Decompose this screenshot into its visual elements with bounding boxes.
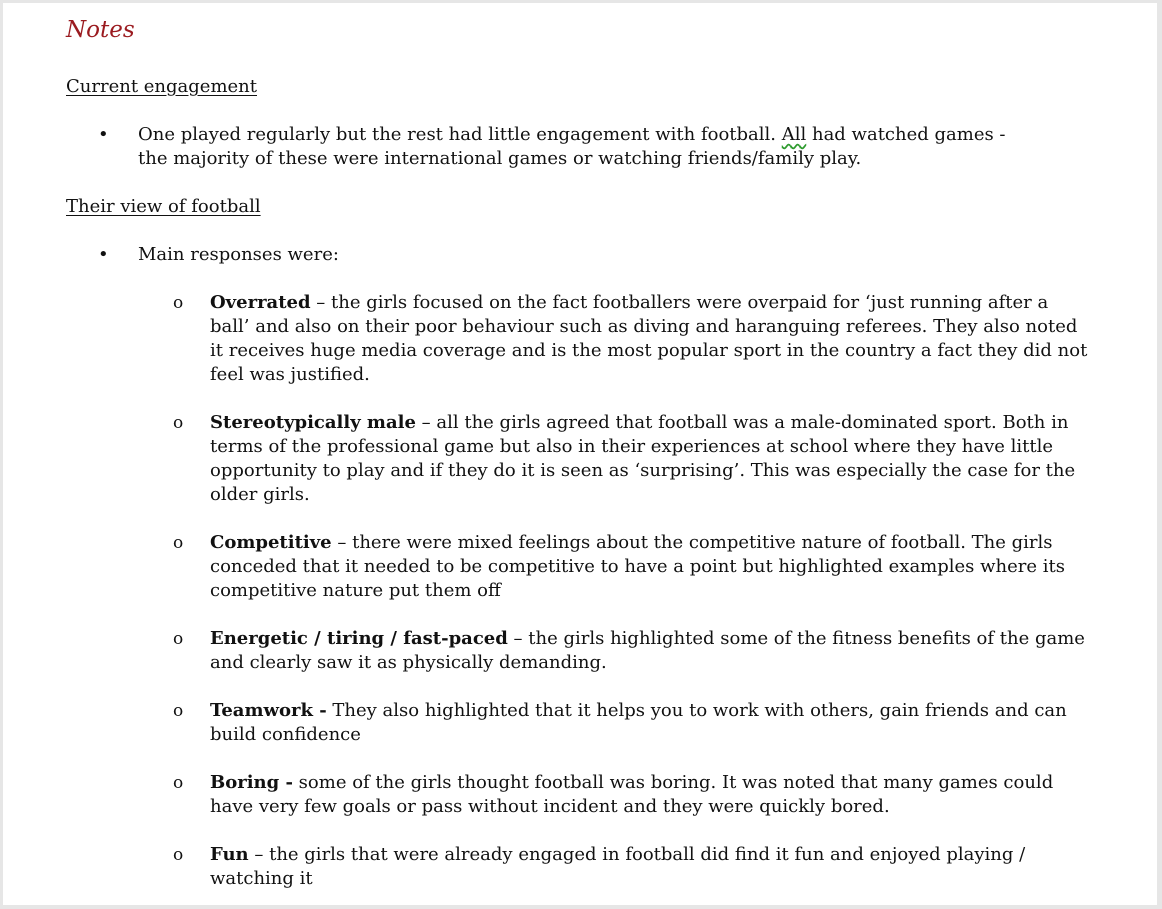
bullet-icon: •	[98, 244, 109, 265]
sub-item-term: Energetic / tiring / fast-paced	[210, 628, 508, 649]
sub-item-description: They also highlighted that it helps you …	[210, 700, 1067, 745]
section-heading-their-view-of-football: Their view of football	[66, 196, 261, 217]
circle-bullet-icon: o	[173, 533, 184, 553]
section-heading-current-engagement: Current engagement	[66, 76, 257, 97]
document-title: Notes	[66, 17, 135, 43]
bullet-icon: •	[98, 124, 109, 145]
sub-item-term: Overrated	[210, 292, 311, 313]
sub-item-description: some of the girls thought football was b…	[210, 772, 1054, 817]
sub-item-term: Teamwork -	[210, 700, 327, 721]
document-page: Notes Current engagement • One played re…	[3, 3, 1157, 905]
sub-item-term: Competitive	[210, 532, 332, 553]
sub-item-description: – the girls that were already engaged in…	[210, 844, 1026, 889]
circle-bullet-icon: o	[173, 629, 184, 649]
spellcheck-flagged-word[interactable]: All	[782, 124, 807, 145]
circle-bullet-icon: o	[173, 773, 184, 793]
bullet-text: Main responses were:	[138, 244, 339, 265]
circle-bullet-icon: o	[173, 701, 184, 721]
sub-item-text: Boring - some of the girls thought footb…	[210, 771, 1090, 819]
circle-bullet-icon: o	[173, 845, 184, 865]
bullet-text: One played regularly but the rest had li…	[138, 123, 1038, 171]
sub-item-term: Stereotypically male	[210, 412, 416, 433]
circle-bullet-icon: o	[173, 293, 184, 313]
sub-item-text: Teamwork - They also highlighted that it…	[210, 699, 1090, 747]
sub-item-term: Boring -	[210, 772, 293, 793]
sub-item-text: Competitive – there were mixed feelings …	[210, 531, 1090, 603]
sub-item-description: – the girls focused on the fact football…	[210, 292, 1088, 385]
sub-item-text: Energetic / tiring / fast-paced – the gi…	[210, 627, 1090, 675]
sub-item-term: Fun	[210, 844, 249, 865]
sub-item-text: Stereotypically male – all the girls agr…	[210, 411, 1090, 507]
circle-bullet-icon: o	[173, 413, 184, 433]
sub-item-description: – there were mixed feelings about the co…	[210, 532, 1065, 601]
sub-item-text: Overrated – the girls focused on the fac…	[210, 291, 1090, 387]
bullet-text-lead: One played regularly but the rest had li…	[138, 124, 782, 145]
sub-item-text: Fun – the girls that were already engage…	[210, 843, 1090, 891]
